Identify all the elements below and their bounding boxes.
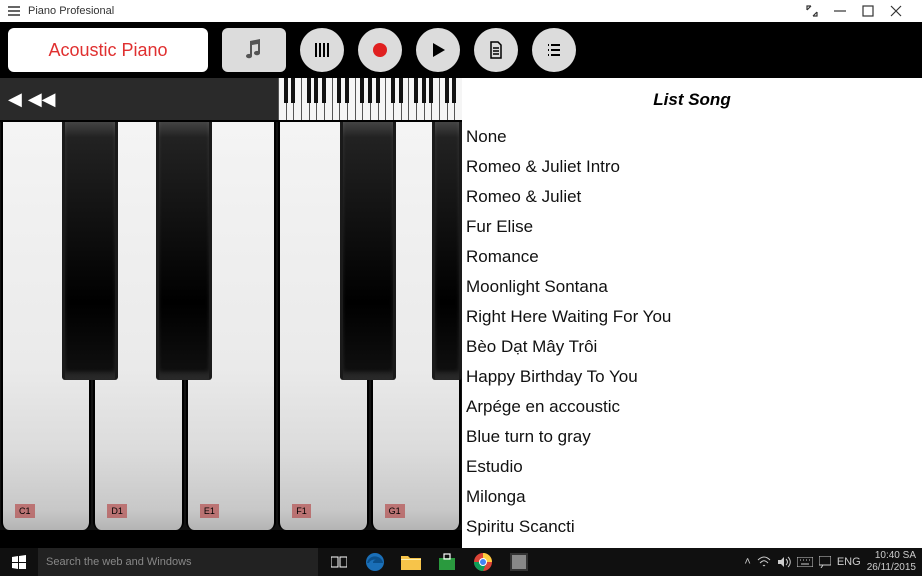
chrome-icon [474,553,492,571]
wifi-icon[interactable] [757,556,771,568]
maximize-icon[interactable] [862,5,890,17]
minimize-icon[interactable] [834,5,862,17]
list-item[interactable]: Romeo & Juliet Intro [466,152,922,182]
taskbar-app-store[interactable] [430,548,464,576]
language-indicator[interactable]: ENG [837,556,861,568]
folder-icon [401,554,421,570]
list-item[interactable]: Fur Elise [466,212,922,242]
music-note-icon [244,39,264,61]
window-title: Piano Profesional [28,5,114,17]
edge-icon [365,552,385,572]
list-item[interactable]: Milonga [466,482,922,512]
list-icon [545,41,563,59]
song-list-panel: List Song None Romeo & Juliet Intro Rome… [462,78,922,548]
store-icon [438,553,456,571]
document-button[interactable] [474,28,518,72]
key-label: D1 [107,504,127,518]
keyboard-icon[interactable] [797,557,813,567]
music-toggle-button[interactable] [222,28,286,72]
taskbar-apps [318,548,536,576]
taskbar-search[interactable]: Search the web and Windows [38,548,318,576]
search-placeholder: Search the web and Windows [46,556,192,568]
list-button[interactable] [532,28,576,72]
piano-key-gsharp1[interactable] [432,122,462,380]
key-label: C1 [15,504,35,518]
hamburger-icon[interactable] [8,6,20,16]
start-button[interactable] [0,555,38,569]
clock-date: 26/11/2015 [867,562,916,574]
notifications-icon[interactable] [819,556,831,568]
song-list[interactable]: None Romeo & Juliet Intro Romeo & Juliet… [462,122,922,548]
taskbar-clock[interactable]: 10:40 SA 26/11/2015 [867,550,922,574]
volume-icon[interactable] [777,556,791,568]
list-item[interactable]: Blue turn to gray [466,422,922,452]
mini-keyboard[interactable] [278,78,462,120]
app-icon [510,553,528,571]
list-item[interactable]: None [466,122,922,152]
windows-icon [12,555,26,569]
fullscreen-icon[interactable] [806,5,834,17]
list-item[interactable]: Happy Birthday To You [466,362,922,392]
song-list-heading: List Song [462,78,922,122]
prev-arrow-icon[interactable]: ◀ [8,90,22,108]
taskbar-app-chrome[interactable] [466,548,500,576]
record-button[interactable] [358,28,402,72]
app-toolbar: Acoustic Piano [0,22,922,78]
list-item[interactable]: Estudio [466,452,922,482]
piano-key-csharp1[interactable] [62,122,118,380]
instrument-label: Acoustic Piano [48,40,167,61]
task-view-button[interactable] [322,548,356,576]
window-titlebar: Piano Profesional [0,0,922,22]
instrument-button[interactable]: Acoustic Piano [8,28,208,72]
play-icon [429,41,447,59]
record-icon [371,41,389,59]
key-label: E1 [200,504,219,518]
taskbar-app-explorer[interactable] [394,548,428,576]
document-icon [487,41,505,59]
piano-key-fsharp1[interactable] [340,122,396,380]
list-item[interactable]: Spiritu Scancti [466,512,922,542]
list-item[interactable]: Bèo Dạt Mây Trôi [466,332,922,362]
taskview-icon [331,555,347,569]
key-label: G1 [385,504,405,518]
list-item[interactable]: Romance [466,242,922,272]
system-tray[interactable]: ˄ ENG [738,556,866,568]
play-button[interactable] [416,28,460,72]
bars-icon [313,41,331,59]
list-item[interactable]: Romeo & Juliet [466,182,922,212]
keyboard-view-button[interactable] [300,28,344,72]
key-label: F1 [292,504,311,518]
windows-taskbar: Search the web and Windows ˄ ENG 10:40 S… [0,548,922,576]
taskbar-app-edge[interactable] [358,548,392,576]
clock-time: 10:40 SA [867,550,916,562]
chevron-up-icon[interactable]: ˄ [744,556,750,568]
piano-key-dsharp1[interactable] [156,122,212,380]
taskbar-app-piano[interactable] [502,548,536,576]
list-item[interactable]: Arpége en accoustic [466,392,922,422]
fast-prev-arrow-icon[interactable]: ◀◀ [28,90,56,108]
close-icon[interactable] [890,5,918,17]
list-item[interactable]: Right Here Waiting For You [466,302,922,332]
list-item[interactable]: Moonlight Sontana [466,272,922,302]
keyboard-nav-strip: ◀ ◀◀ [0,78,462,122]
